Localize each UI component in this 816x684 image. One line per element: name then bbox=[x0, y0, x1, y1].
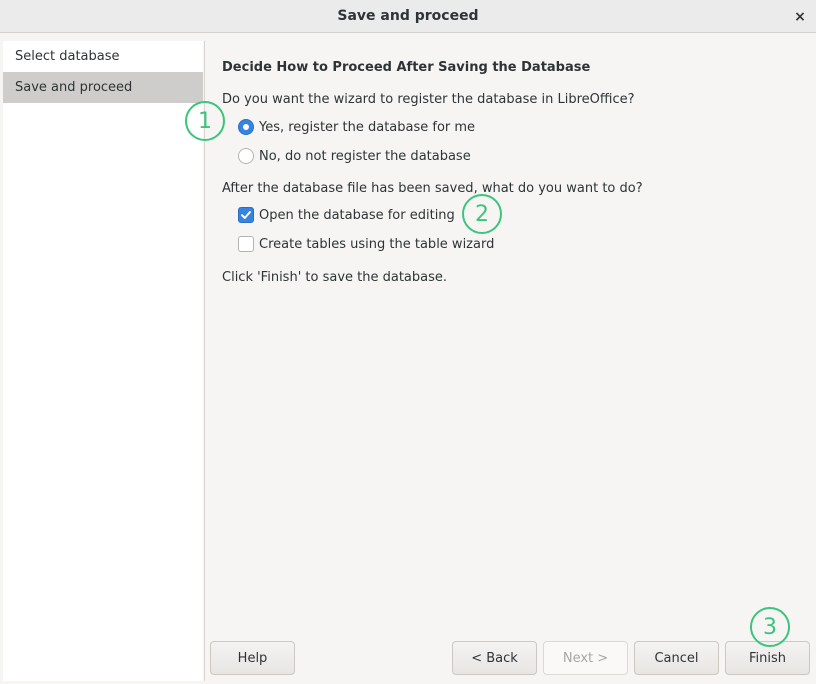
help-button[interactable]: Help bbox=[210, 641, 295, 675]
register-no-label: No, do not register the database bbox=[259, 148, 471, 164]
radio-unselected-icon bbox=[238, 148, 254, 164]
open-for-editing-label: Open the database for editing bbox=[259, 207, 455, 223]
register-yes-label: Yes, register the database for me bbox=[259, 119, 476, 135]
create-tables-label: Create tables using the table wizard bbox=[259, 236, 495, 252]
cancel-button[interactable]: Cancel bbox=[634, 641, 719, 675]
sidebar-item-select-database[interactable]: Select database bbox=[3, 41, 203, 72]
register-question: Do you want the wizard to register the d… bbox=[222, 92, 635, 107]
sidebar-item-label: Save and proceed bbox=[15, 80, 133, 95]
sidebar: Select database Save and proceed bbox=[3, 41, 203, 681]
radio-selected-icon bbox=[238, 119, 254, 135]
open-for-editing-checkbox[interactable]: Open the database for editing bbox=[238, 207, 455, 223]
window-title: Save and proceed bbox=[337, 8, 479, 24]
register-no-radio[interactable]: No, do not register the database bbox=[238, 148, 471, 164]
finish-hint: Click 'Finish' to save the database. bbox=[222, 270, 448, 285]
close-icon[interactable]: × bbox=[790, 7, 810, 27]
next-button[interactable]: Next > bbox=[543, 641, 628, 675]
title-bar: Save and proceed × bbox=[0, 0, 816, 33]
checkbox-checked-icon bbox=[238, 207, 254, 223]
back-button[interactable]: < Back bbox=[452, 641, 537, 675]
checkbox-unchecked-icon bbox=[238, 236, 254, 252]
register-yes-radio[interactable]: Yes, register the database for me bbox=[238, 119, 475, 135]
annotation-marker-1: 1 bbox=[185, 101, 225, 141]
sidebar-item-label: Select database bbox=[15, 49, 120, 64]
after-save-question: After the database file has been saved, … bbox=[222, 181, 643, 196]
page-heading: Decide How to Proceed After Saving the D… bbox=[222, 60, 591, 75]
annotation-marker-3: 3 bbox=[750, 607, 790, 647]
sidebar-item-save-and-proceed[interactable]: Save and proceed bbox=[3, 72, 203, 103]
create-tables-checkbox[interactable]: Create tables using the table wizard bbox=[238, 236, 494, 252]
annotation-marker-2: 2 bbox=[462, 194, 502, 234]
